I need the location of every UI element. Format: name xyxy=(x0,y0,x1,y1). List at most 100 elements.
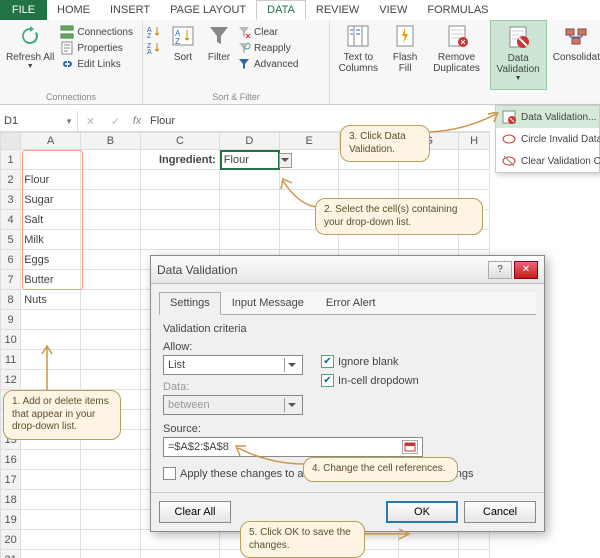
row-header[interactable]: 19 xyxy=(0,510,21,530)
cell[interactable] xyxy=(81,290,141,310)
fx-icon[interactable]: fx xyxy=(128,115,146,127)
cell[interactable]: Milk xyxy=(21,230,81,250)
cell[interactable] xyxy=(141,210,220,230)
cell[interactable] xyxy=(399,170,459,190)
cell[interactable] xyxy=(21,450,81,470)
cell[interactable] xyxy=(141,170,220,190)
cell[interactable] xyxy=(21,490,81,510)
row-header[interactable]: 20 xyxy=(0,530,21,550)
row-header[interactable]: 17 xyxy=(0,470,21,490)
cell[interactable]: Nuts xyxy=(21,290,81,310)
cell[interactable]: Butter xyxy=(21,270,81,290)
clear-button[interactable]: Clear xyxy=(237,24,298,40)
tab-view[interactable]: VIEW xyxy=(369,0,417,20)
close-button[interactable]: ✕ xyxy=(514,261,538,279)
menu-clear-validation[interactable]: Clear Validation C xyxy=(496,150,599,172)
cell[interactable]: Eggs xyxy=(21,250,81,270)
advanced-button[interactable]: Advanced xyxy=(237,56,298,72)
cell[interactable] xyxy=(21,550,81,558)
col-header-H[interactable]: H xyxy=(459,132,490,150)
cell[interactable] xyxy=(220,230,280,250)
cell[interactable] xyxy=(81,470,141,490)
cancel-button[interactable]: Cancel xyxy=(464,501,536,523)
sort-button[interactable]: AZ Sort xyxy=(165,20,201,90)
cell[interactable] xyxy=(81,550,141,558)
cell[interactable] xyxy=(81,230,141,250)
cell[interactable] xyxy=(141,550,220,558)
cell[interactable] xyxy=(141,230,220,250)
cell[interactable] xyxy=(81,530,141,550)
reapply-button[interactable]: Reapply xyxy=(237,40,298,56)
cell[interactable] xyxy=(81,250,141,270)
cell[interactable] xyxy=(81,330,141,350)
col-header-E[interactable]: E xyxy=(280,132,340,150)
col-header-A[interactable]: A xyxy=(21,132,81,150)
row-header[interactable]: 12 xyxy=(0,370,21,390)
ignore-blank-checkbox[interactable]: ✔Ignore blank xyxy=(321,355,419,368)
row-header[interactable]: 1 xyxy=(0,150,21,170)
row-header[interactable]: 4 xyxy=(0,210,21,230)
cell[interactable] xyxy=(141,530,220,550)
cell[interactable] xyxy=(459,550,490,558)
cell[interactable] xyxy=(81,450,141,470)
tab-settings[interactable]: Settings xyxy=(159,292,221,315)
cell[interactable]: Flour xyxy=(220,150,280,170)
menu-data-validation[interactable]: Data Validation... xyxy=(496,106,599,128)
row-header[interactable]: 18 xyxy=(0,490,21,510)
cell[interactable]: Sugar xyxy=(21,190,81,210)
cell[interactable]: Ingredient: xyxy=(141,150,220,170)
consolidate-button[interactable]: Consolidat xyxy=(547,20,600,90)
cell[interactable] xyxy=(21,510,81,530)
col-header-B[interactable]: B xyxy=(81,132,141,150)
clear-all-button[interactable]: Clear All xyxy=(159,501,231,523)
cell[interactable] xyxy=(459,170,490,190)
cell[interactable] xyxy=(399,550,459,558)
menu-circle-invalid[interactable]: Circle Invalid Data xyxy=(496,128,599,150)
help-button[interactable]: ? xyxy=(488,261,512,279)
text-to-columns-button[interactable]: Text to Columns xyxy=(330,20,387,90)
cell[interactable] xyxy=(81,310,141,330)
row-header[interactable]: 9 xyxy=(0,310,21,330)
row-header[interactable]: 16 xyxy=(0,450,21,470)
select-all-corner[interactable] xyxy=(0,132,21,150)
row-header[interactable]: 5 xyxy=(0,230,21,250)
incell-dropdown-checkbox[interactable]: ✔In-cell dropdown xyxy=(321,374,419,387)
cell[interactable]: Flour xyxy=(21,170,81,190)
tab-page-layout[interactable]: PAGE LAYOUT xyxy=(160,0,256,20)
row-header[interactable]: 6 xyxy=(0,250,21,270)
sort-za-button[interactable]: ZA xyxy=(147,40,161,56)
connections-button[interactable]: Connections xyxy=(60,24,133,40)
row-header[interactable]: 11 xyxy=(0,350,21,370)
row-header[interactable]: 3 xyxy=(0,190,21,210)
row-header[interactable]: 8 xyxy=(0,290,21,310)
cell[interactable] xyxy=(81,170,141,190)
tab-insert[interactable]: INSERT xyxy=(100,0,160,20)
row-header[interactable]: 21 xyxy=(0,550,21,558)
ok-button[interactable]: OK xyxy=(386,501,458,523)
cell[interactable] xyxy=(220,170,280,190)
cell[interactable] xyxy=(459,530,490,550)
col-header-C[interactable]: C xyxy=(141,132,220,150)
cell[interactable] xyxy=(21,530,81,550)
cell[interactable] xyxy=(459,150,490,170)
cell[interactable]: Salt xyxy=(21,210,81,230)
flash-fill-button[interactable]: Flash Fill xyxy=(387,20,424,90)
cell[interactable] xyxy=(141,190,220,210)
tab-error-alert[interactable]: Error Alert xyxy=(315,292,387,314)
cell[interactable] xyxy=(81,350,141,370)
range-picker-icon[interactable] xyxy=(402,440,418,454)
row-header[interactable]: 2 xyxy=(0,170,21,190)
remove-duplicates-button[interactable]: Remove Duplicates xyxy=(424,20,490,90)
dialog-titlebar[interactable]: Data Validation ? ✕ xyxy=(151,256,544,284)
dropdown-handle[interactable] xyxy=(279,153,292,168)
data-validation-button[interactable]: Data Validation ▼ xyxy=(490,20,547,90)
edit-links-button[interactable]: Edit Links xyxy=(60,56,133,72)
cell[interactable] xyxy=(21,150,81,170)
cell[interactable] xyxy=(81,490,141,510)
row-header[interactable]: 10 xyxy=(0,330,21,350)
cell[interactable] xyxy=(81,270,141,290)
tab-formulas[interactable]: FORMULAS xyxy=(417,0,498,20)
allow-combo[interactable]: List xyxy=(163,355,303,375)
tab-data[interactable]: DATA xyxy=(256,0,306,20)
cell[interactable] xyxy=(81,510,141,530)
